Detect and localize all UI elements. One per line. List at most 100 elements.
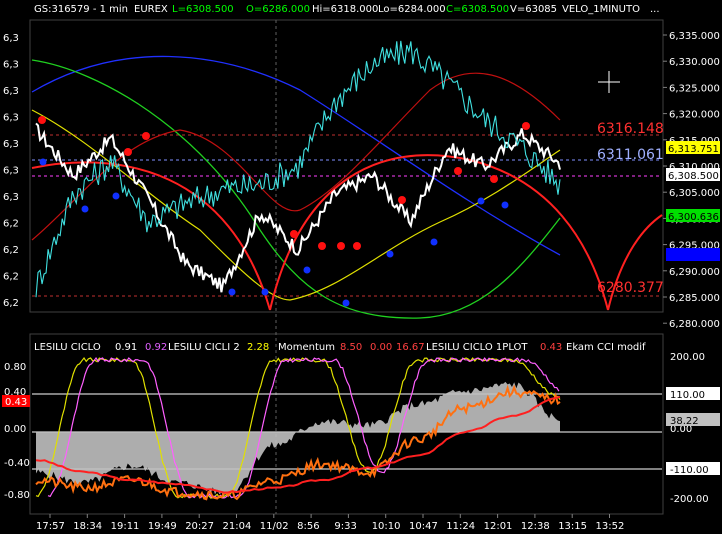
yellow-cycle-line bbox=[31, 109, 561, 301]
price-badge-text: 6,313.751 bbox=[668, 144, 719, 155]
left-axis-label: 6,3 bbox=[3, 139, 19, 150]
window-header: GS:316579 - 1 min EUREX L=6308.500 O=628… bbox=[34, 4, 660, 15]
swing-low-dot bbox=[228, 288, 236, 296]
swing-low-dot bbox=[261, 288, 269, 296]
right-axis-label: 6,335.000 bbox=[669, 31, 720, 42]
time-axis: 17:57 18:34 19:11 19:49 20:27 21:04 11/02 8:56 9… bbox=[36, 514, 624, 532]
swing-low-dot bbox=[39, 158, 47, 166]
swing-high-dot bbox=[38, 116, 46, 124]
left-axis-label: 6,2 bbox=[3, 219, 19, 230]
osc-left-label: 0.80 bbox=[4, 362, 26, 373]
red-arc-mid bbox=[269, 154, 609, 311]
osc-legend-item: LESILU CICLI 2 bbox=[168, 342, 240, 353]
chart-canvas: GS:316579 - 1 min EUREX L=6308.500 O=628… bbox=[2, 4, 720, 532]
swing-high-dot bbox=[490, 175, 498, 183]
time-axis-label: 13:15 bbox=[558, 521, 587, 532]
swing-high-dot bbox=[290, 230, 298, 238]
swing-high-dot bbox=[454, 167, 462, 175]
right-axis-label: 6,330.000 bbox=[669, 57, 720, 68]
price-badge-text: 6,300.636 bbox=[668, 212, 719, 223]
velo-line bbox=[35, 40, 561, 298]
time-axis-label: 13:52 bbox=[596, 521, 625, 532]
time-axis-label: 8:56 bbox=[297, 521, 319, 532]
swing-high-dot bbox=[522, 122, 530, 130]
left-axis-label: 6,3 bbox=[3, 192, 19, 203]
time-axis-label: 12:38 bbox=[521, 521, 550, 532]
osc-legend: LESILU CICLO 0.91 0.92 LESILU CICLI 2 2.28 Mo… bbox=[34, 342, 646, 353]
level-label: 6311.061 bbox=[597, 147, 664, 163]
left-axis-label: 6,2 bbox=[3, 245, 19, 256]
swing-high-dot bbox=[398, 196, 406, 204]
swing-high-dot bbox=[124, 148, 132, 156]
osc-right-badge-text: -110.00 bbox=[670, 465, 709, 476]
swing-low-dot bbox=[112, 192, 120, 200]
left-axis-label: 6,2 bbox=[3, 272, 19, 283]
crosshair-cursor-icon[interactable] bbox=[598, 71, 620, 93]
left-axis-label: 6,3 bbox=[3, 113, 19, 124]
swing-low-dot bbox=[303, 266, 311, 274]
time-axis-label: 18:34 bbox=[73, 521, 102, 532]
time-axis-label: 21:04 bbox=[223, 521, 252, 532]
swing-high-dot bbox=[318, 242, 326, 250]
swing-low-dot bbox=[501, 201, 509, 209]
swing-high-dot bbox=[337, 242, 345, 250]
volume-label: V=63085 bbox=[510, 4, 557, 15]
right-axis-label: 6,280.000 bbox=[669, 319, 720, 330]
level-label: 6280.377 bbox=[597, 280, 664, 296]
right-axis-label: 6,285.000 bbox=[669, 293, 720, 304]
right-axis-label: 6,305.000 bbox=[669, 188, 720, 199]
left-axis-label: 6,3 bbox=[3, 166, 19, 177]
low-price: Lo=6284.000 bbox=[378, 4, 446, 15]
price-line bbox=[35, 122, 561, 293]
open-price: O=6286.000 bbox=[246, 4, 310, 15]
time-axis-label: 20:27 bbox=[185, 521, 214, 532]
swing-high-dot bbox=[353, 242, 361, 250]
last-price: L=6308.500 bbox=[172, 4, 234, 15]
osc-left-label: -0.40 bbox=[4, 458, 30, 469]
right-axis-label: 6,325.000 bbox=[669, 83, 720, 94]
high-price: Hi=6318.000 bbox=[312, 4, 378, 15]
osc-left-badge-text: 0.43 bbox=[5, 397, 27, 408]
osc-legend-item: 0.43 bbox=[540, 342, 562, 353]
osc-legend-item: LESILU CICLO bbox=[34, 342, 101, 353]
osc-legend-item: 0.92 bbox=[145, 342, 167, 353]
green-cycle-line bbox=[31, 59, 561, 319]
level-label: 6316.148 bbox=[597, 121, 664, 137]
osc-legend-item: 0.91 bbox=[115, 342, 137, 353]
left-axis-label: 6,3 bbox=[3, 86, 19, 97]
blue-cycle-line bbox=[31, 55, 561, 256]
price-badge-text: 6,308.500 bbox=[668, 171, 719, 182]
swing-low-dot bbox=[386, 250, 394, 258]
more-menu-icon[interactable]: ... bbox=[650, 4, 660, 15]
osc-right-badge-text: 110.00 bbox=[670, 390, 705, 401]
time-axis-label: 9:33 bbox=[334, 521, 356, 532]
osc-legend-item: Momentum bbox=[278, 342, 335, 353]
osc-legend-item: 8.50 bbox=[340, 342, 362, 353]
time-axis-label: 12:01 bbox=[484, 521, 513, 532]
swing-low-dot bbox=[477, 197, 485, 205]
price-series-group bbox=[35, 40, 561, 298]
osc-right-label: -200.00 bbox=[670, 494, 709, 505]
time-axis-label: 17:57 bbox=[36, 521, 65, 532]
price-axis-left: 6,3 6,3 6,3 6,3 6,3 6,3 6,3 6,2 6,2 6,2 6,2 0.80 0.4… bbox=[3, 33, 30, 501]
osc-legend-item: LESILU CICLO 1PLOT bbox=[426, 342, 528, 353]
swing-low-dot bbox=[342, 299, 350, 307]
left-axis-label: 6,2 bbox=[3, 298, 19, 309]
price-axis-right: 6,335.000 6,330.000 6,325.000 6,320.000 6,31… bbox=[663, 31, 720, 505]
right-axis-label: 6,320.000 bbox=[669, 110, 720, 121]
time-axis-label: 19:49 bbox=[148, 521, 177, 532]
indicator-label: VELO_1MINUTO bbox=[562, 4, 640, 15]
symbol-label: GS:316579 - 1 min bbox=[34, 4, 128, 15]
price-badge-text: 6,293.285 bbox=[668, 251, 719, 262]
right-axis-label: 6,290.000 bbox=[669, 267, 720, 278]
left-axis-label: 6,3 bbox=[3, 33, 19, 44]
time-axis-label: 10:47 bbox=[409, 521, 438, 532]
osc-legend-item: 16.67 bbox=[396, 342, 425, 353]
swing-low-dot bbox=[430, 238, 438, 246]
close-price: C=6308.500 bbox=[446, 4, 509, 15]
swing-dots-group bbox=[38, 116, 530, 307]
time-axis-label: 11:24 bbox=[446, 521, 475, 532]
osc-left-label: 0.00 bbox=[4, 424, 26, 435]
osc-legend-item: 0.00 bbox=[370, 342, 392, 353]
exchange-label: EUREX bbox=[134, 4, 168, 15]
